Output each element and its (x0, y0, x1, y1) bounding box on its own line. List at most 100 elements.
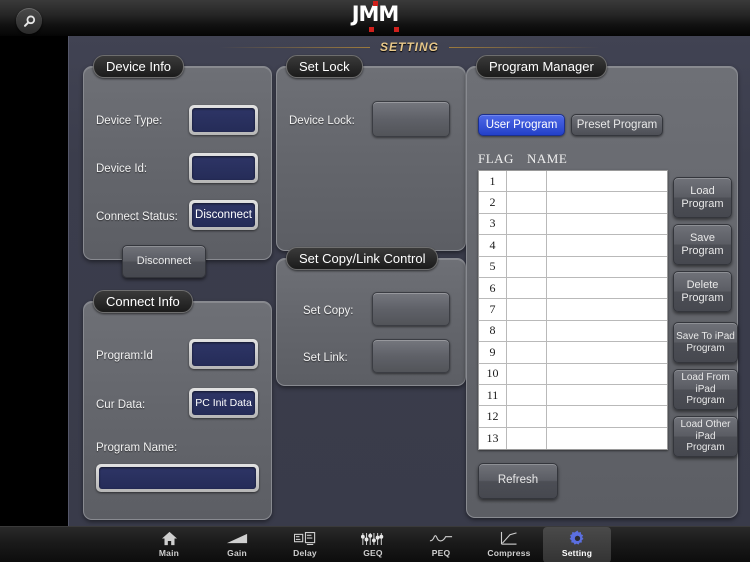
device-type-field[interactable] (189, 105, 258, 135)
tab-gain[interactable]: Gain (203, 527, 271, 562)
button-line: Program (686, 395, 725, 407)
button-line: Program (681, 244, 724, 257)
device-type-value (192, 108, 255, 132)
logo-square (373, 1, 378, 6)
row-name (547, 235, 667, 255)
row-index: 13 (479, 427, 507, 449)
tab-user-program[interactable]: User Program (478, 114, 565, 136)
button-line: Load Other iPad (680, 419, 731, 442)
refresh-button[interactable]: Refresh (478, 463, 558, 499)
row-index: 10 (479, 363, 507, 384)
row-name (547, 321, 667, 341)
column-header-flag: FLAG (478, 151, 514, 166)
button-line: Save (689, 231, 716, 244)
table-row[interactable]: 13 (479, 427, 667, 449)
content-area: SETTING Device Info Device Type: Device … (68, 36, 750, 526)
device-id-value (192, 156, 255, 180)
tab-peq[interactable]: PEQ (407, 527, 475, 562)
program-name-field[interactable] (96, 464, 259, 492)
delete-program-button[interactable]: Delete Program (673, 271, 732, 312)
row-flag (507, 427, 547, 449)
connect-status-label: Connect Status: (96, 211, 178, 223)
row-index: 12 (479, 406, 507, 427)
save-program-button[interactable]: Save Program (673, 224, 732, 265)
delay-icon (294, 530, 316, 547)
row-index: 4 (479, 235, 507, 256)
row-name (547, 171, 667, 191)
gear-icon (569, 530, 586, 547)
device-info-title: Device Info (93, 55, 185, 78)
set-copy-slot[interactable] (372, 292, 450, 326)
row-flag (507, 320, 547, 342)
save-to-ipad-program-button[interactable]: Save To iPad Program (673, 322, 738, 363)
button-line: Save To iPad (676, 331, 735, 342)
set-lock-title: Set Lock (286, 55, 363, 78)
set-copy-link-panel: Set Copy/Link Control Set Copy: Set Link… (276, 247, 466, 386)
tab-label: Setting (561, 548, 593, 558)
tab-main[interactable]: Main (135, 527, 203, 562)
table-row[interactable]: 4 (479, 235, 667, 257)
app-root: JMM SETTING Device Info Device Type: Dev… (0, 0, 750, 562)
logo-square (369, 27, 374, 32)
row-index: 7 (479, 299, 507, 320)
connect-info-title: Connect Info (93, 290, 193, 313)
row-flag (507, 277, 547, 299)
table-row[interactable]: 6 (479, 277, 667, 300)
row-index: 1 (479, 171, 507, 192)
bottom-tab-bar: Main Gain Delay GEQ PEQ Compress Setting (0, 526, 750, 562)
load-from-ipad-program-button[interactable]: Load From iPad Program (673, 369, 738, 410)
table-row[interactable]: 8 (479, 320, 667, 343)
tab-label: Delay (293, 548, 317, 558)
device-lock-slot[interactable] (372, 101, 450, 137)
tab-geq[interactable]: GEQ (339, 527, 407, 562)
tab-preset-program[interactable]: Preset Program (571, 114, 663, 136)
connect-status-field[interactable]: Disconnect (189, 200, 258, 230)
table-row[interactable]: 3 (479, 213, 667, 236)
button-line: Program (681, 291, 724, 304)
device-id-field[interactable] (189, 153, 258, 183)
table-row[interactable]: 1 (479, 171, 667, 193)
cur-data-field[interactable]: PC Init Data (189, 388, 258, 418)
logo-square (394, 27, 399, 32)
program-id-field[interactable] (189, 339, 258, 369)
table-row[interactable]: 10 (479, 363, 667, 385)
row-name (547, 406, 667, 426)
table-row[interactable]: 11 (479, 384, 667, 407)
tab-setting[interactable]: Setting (543, 527, 611, 562)
ramp-icon (226, 530, 248, 547)
device-type-label: Device Type: (96, 115, 163, 127)
tab-label: Main (158, 548, 180, 558)
table-row[interactable]: 2 (479, 192, 667, 214)
tab-delay[interactable]: Delay (271, 527, 339, 562)
set-link-label: Set Link: (303, 352, 348, 364)
button-line: Program (681, 197, 724, 210)
set-copy-label: Set Copy: (303, 305, 354, 317)
tab-label: GEQ (363, 548, 383, 558)
table-row[interactable]: 9 (479, 342, 667, 364)
table-row[interactable]: 5 (479, 256, 667, 278)
column-header-name: NAME (527, 151, 568, 166)
row-index: 3 (479, 213, 507, 235)
title-rule-right (449, 46, 599, 48)
tabbar-spacer (0, 527, 135, 562)
tab-compress[interactable]: Compress (475, 527, 543, 562)
set-link-slot[interactable] (372, 339, 450, 373)
program-manager-title: Program Manager (476, 55, 607, 78)
connect-info-panel: Connect Info Program:Id Cur Data: PC Ini… (83, 290, 272, 520)
row-index: 5 (479, 256, 507, 277)
disconnect-button[interactable]: Disconnect (122, 245, 206, 278)
table-row[interactable]: 7 (479, 299, 667, 321)
table-row[interactable]: 12 (479, 406, 667, 428)
home-icon (161, 530, 178, 547)
row-name (547, 385, 667, 405)
load-other-ipad-program-button[interactable]: Load Other iPad Program (673, 416, 738, 457)
row-index: 8 (479, 320, 507, 342)
tab-label: Gain (227, 548, 247, 558)
button-line: Load (690, 184, 715, 197)
program-table[interactable]: 1 2 3 4 5 6 7 8 9 10 11 12 13 (478, 170, 668, 450)
load-program-button[interactable]: Load Program (673, 177, 732, 218)
button-line: Load From iPad (681, 372, 730, 395)
left-rail (0, 36, 68, 526)
row-index: 6 (479, 277, 507, 299)
row-flag (507, 406, 547, 427)
